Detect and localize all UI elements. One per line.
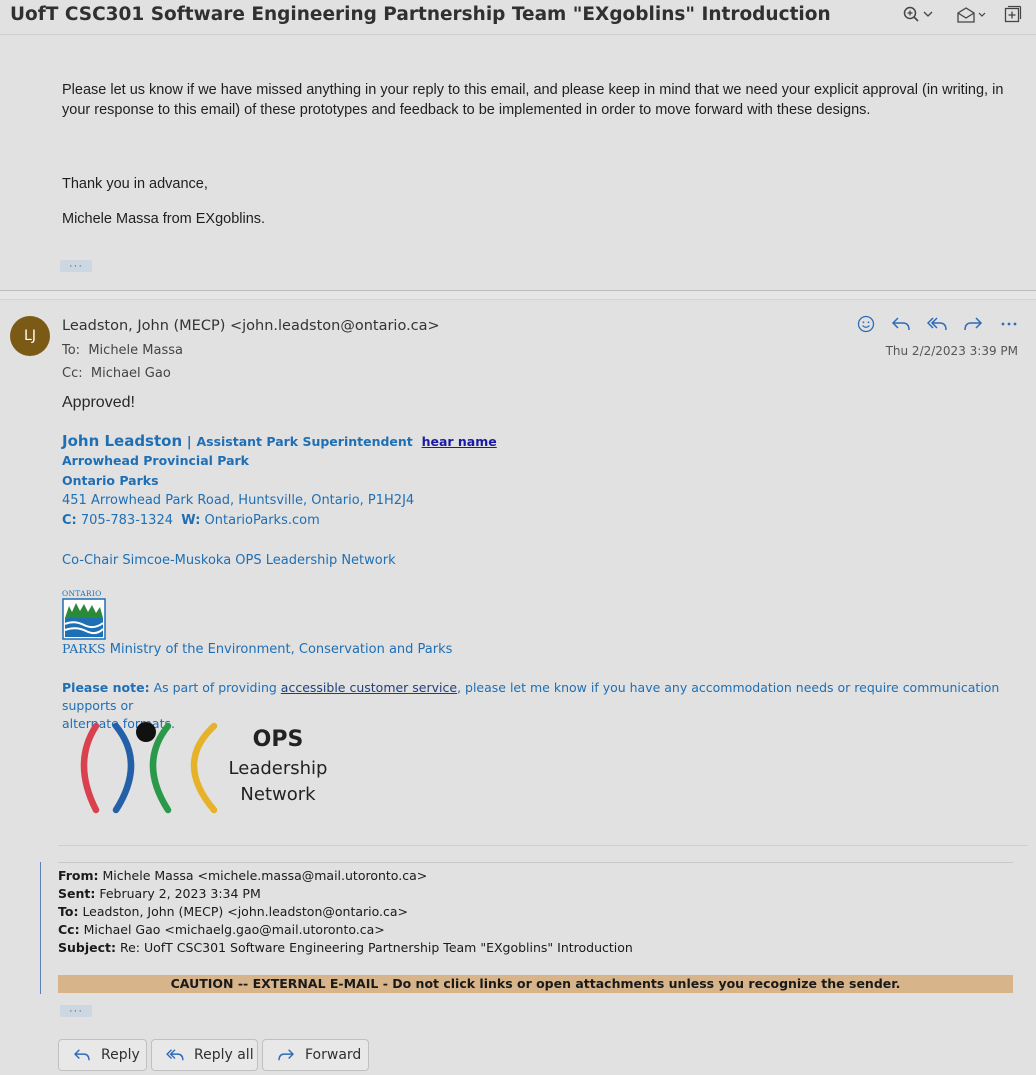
signature-address: 451 Arrowhead Park Road, Huntsville, Ont… [62, 493, 415, 508]
signature-separator-rule [58, 845, 1028, 846]
quoted-cc-label: Cc: [58, 922, 80, 937]
new-window-icon [1004, 5, 1022, 23]
cell-label: C: [62, 513, 77, 528]
cell-number[interactable]: 705-783-1324 [81, 513, 173, 528]
cc-line: Cc: Michael Gao [62, 366, 171, 381]
quoted-sent: Sent: February 2, 2023 3:34 PM [58, 886, 261, 901]
reply-icon [891, 317, 910, 331]
cc-label: Cc: [62, 366, 83, 381]
logo-parks-text: PARKS [62, 641, 106, 656]
quoted-rule [58, 862, 1013, 863]
quoted-subject: Subject: Re: UofT CSC301 Software Engine… [58, 940, 633, 955]
email-subject: UofT CSC301 Software Engineering Partner… [10, 4, 831, 25]
ops-title: OPS [252, 727, 304, 752]
ops-leadership-network-logo [68, 718, 228, 821]
accessible-service-link[interactable]: accessible customer service [281, 680, 457, 695]
web-label: W: [181, 513, 201, 528]
subject-bar: UofT CSC301 Software Engineering Partner… [0, 0, 1036, 35]
message-date: Thu 2/2/2023 3:39 PM [885, 344, 1018, 358]
quoted-subject-label: Subject: [58, 940, 116, 955]
quoted-sent-value: February 2, 2023 3:34 PM [99, 886, 261, 901]
zoom-in-icon [903, 6, 933, 22]
quoted-to-value: Leadston, John (MECP) <john.leadston@ont… [82, 904, 409, 919]
previous-paragraph: Please let us know if we have missed any… [62, 82, 1004, 118]
reply-all-icon [166, 1049, 184, 1061]
ontario-parks-emblem [62, 598, 106, 640]
message-body: Approved! [62, 394, 135, 411]
quoted-sent-label: Sent: [58, 886, 96, 901]
mark-read-button[interactable] [956, 4, 988, 26]
forward-icon [278, 1049, 294, 1061]
message-divider [0, 290, 1036, 300]
web-link[interactable]: OntarioParks.com [205, 513, 320, 528]
signature-separator: | [186, 435, 192, 450]
ops-line2: Leadership [228, 758, 328, 779]
avatar[interactable]: LJ [10, 316, 50, 356]
show-more-button[interactable]: ··· [60, 1005, 92, 1017]
ops-emblem [80, 722, 218, 814]
forward-icon-button[interactable] [962, 314, 984, 334]
cc-recipient[interactable]: Michael Gao [91, 366, 171, 381]
reply-all-label: Reply all [194, 1047, 254, 1063]
forward-button[interactable]: Forward [262, 1039, 369, 1071]
more-actions-button[interactable] [998, 314, 1020, 334]
signature-name: John Leadston [62, 432, 183, 450]
reply-label: Reply [101, 1047, 140, 1063]
previous-thanks: Thank you in advance, [62, 176, 208, 192]
quoted-from-label: From: [58, 868, 99, 883]
to-recipient[interactable]: Michele Massa [88, 343, 183, 358]
reply-all-button[interactable]: Reply all [151, 1039, 258, 1071]
quoted-cc-value: Michael Gao <michaelg.gao@mail.utoronto.… [83, 922, 385, 937]
quoted-from-value: Michele Massa <michele.massa@mail.utoron… [102, 868, 428, 883]
signature-contact-line: C: 705-783-1324 W: OntarioParks.com [62, 513, 320, 528]
quoted-cc: Cc: Michael Gao <michaelg.gao@mail.utoro… [58, 922, 385, 937]
envelope-open-icon [957, 7, 986, 23]
ministry-line: PARKS Ministry of the Environment, Conse… [62, 641, 452, 657]
reply-icon-button[interactable] [890, 314, 912, 334]
quoted-subject-value: Re: UofT CSC301 Software Engineering Par… [119, 940, 633, 955]
to-label: To: [62, 343, 81, 358]
sender[interactable]: Leadston, John (MECP) <john.leadston@ont… [62, 318, 440, 334]
ops-line3: Network [240, 784, 316, 805]
logo-ontario-text: ONTARIO [62, 589, 102, 598]
signature-cochair: Co-Chair Simcoe-Muskoka OPS Leadership N… [62, 553, 396, 568]
ministry-name: Ministry of the Environment, Conservatio… [109, 642, 453, 657]
smiley-icon [857, 315, 875, 333]
more-icon [1001, 322, 1017, 326]
forward-icon [964, 317, 983, 331]
show-trimmed-content-button[interactable]: ··· [60, 260, 92, 272]
open-in-new-window-button[interactable] [1003, 4, 1023, 26]
zoom-button[interactable] [902, 4, 936, 26]
quoted-to-label: To: [58, 904, 79, 919]
note-label: Please note: [62, 680, 150, 695]
signature-title: Assistant Park Superintendent [196, 434, 413, 449]
previous-signoff: Michele Massa from EXgoblins. [62, 211, 266, 227]
reply-all-icon [927, 317, 947, 331]
ontario-parks-logo: ONTARIO [62, 589, 106, 640]
quoted-to: To: Leadston, John (MECP) <john.leadston… [58, 904, 408, 919]
hear-name-link[interactable]: hear name [422, 434, 497, 449]
signature-org: Ontario Parks [62, 473, 159, 488]
quoted-from: From: Michele Massa <michele.massa@mail.… [58, 868, 427, 883]
reply-all-icon-button[interactable] [926, 314, 948, 334]
note-pre: As part of providing [153, 680, 277, 695]
signature-park: Arrowhead Provincial Park [62, 453, 249, 468]
external-email-caution-banner: CAUTION -- EXTERNAL E-MAIL - Do not clic… [58, 975, 1013, 993]
to-line: To: Michele Massa [62, 343, 183, 358]
forward-label: Forward [305, 1047, 362, 1063]
reply-icon [74, 1049, 90, 1061]
signature-name-line: John Leadston | Assistant Park Superinte… [62, 432, 497, 450]
reply-button[interactable]: Reply [58, 1039, 147, 1071]
react-button[interactable] [855, 314, 877, 334]
